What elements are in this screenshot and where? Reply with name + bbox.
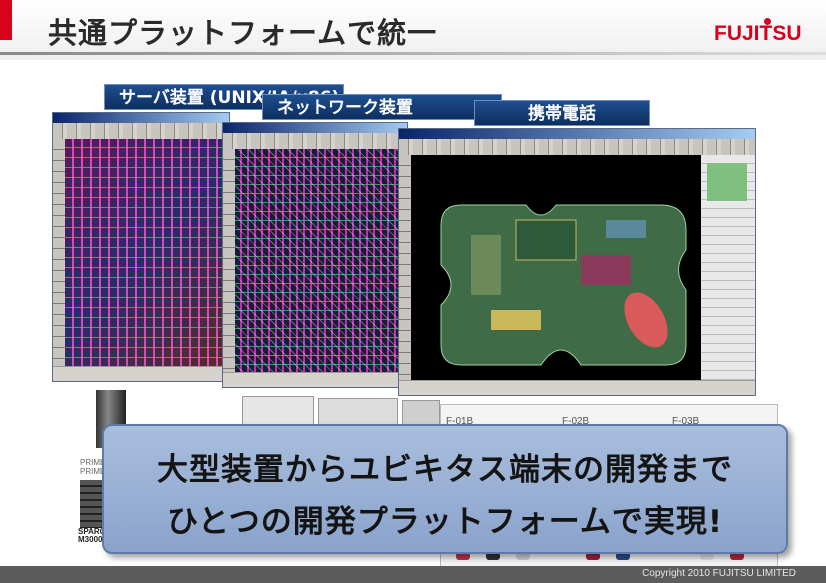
layer-preview bbox=[707, 163, 747, 201]
window-toolbar[interactable] bbox=[223, 133, 407, 149]
window-titlebar[interactable] bbox=[223, 123, 407, 133]
label-network: ネットワーク装置 bbox=[262, 94, 502, 120]
window-statusbar bbox=[399, 380, 755, 395]
window-toolbar[interactable] bbox=[399, 139, 755, 155]
callout-line-2: ひとつの開発プラットフォームで実現! bbox=[166, 504, 724, 540]
server-board-layout bbox=[65, 139, 229, 367]
window-statusbar bbox=[223, 372, 407, 387]
phone-pcb-shape bbox=[440, 204, 687, 366]
callout-line-1: 大型装置からユビキタス端末の開発まで bbox=[157, 452, 733, 488]
window-side-toolbar[interactable] bbox=[399, 155, 411, 381]
network-board-layout bbox=[235, 149, 407, 373]
fujitsu-logo: FUJITSU bbox=[714, 22, 802, 45]
slide-title: 共通プラットフォームで統一 bbox=[48, 16, 438, 50]
window-side-toolbar[interactable] bbox=[53, 139, 65, 367]
header-accent-bar bbox=[0, 0, 12, 40]
label-phone: 携帯電話 bbox=[474, 100, 650, 126]
window-side-toolbar[interactable] bbox=[223, 149, 235, 373]
copyright-text: Copyright 2010 FUJITSU LIMITED bbox=[642, 568, 796, 579]
message-callout: 大型装置からユビキタス端末の開発まで ひとつの開発プラットフォームで実現! bbox=[102, 424, 788, 554]
cad-window-server[interactable] bbox=[52, 112, 230, 382]
cad-window-network[interactable] bbox=[222, 122, 408, 388]
header-divider bbox=[0, 52, 826, 55]
window-titlebar[interactable] bbox=[399, 129, 755, 139]
layer-control-panel[interactable] bbox=[701, 155, 755, 381]
window-toolbar[interactable] bbox=[53, 123, 229, 139]
cad-window-phone[interactable] bbox=[398, 128, 756, 396]
phone-board-layout bbox=[411, 155, 701, 381]
window-titlebar[interactable] bbox=[53, 113, 229, 123]
window-statusbar bbox=[53, 366, 229, 381]
logo-infinity-mark bbox=[764, 18, 771, 25]
